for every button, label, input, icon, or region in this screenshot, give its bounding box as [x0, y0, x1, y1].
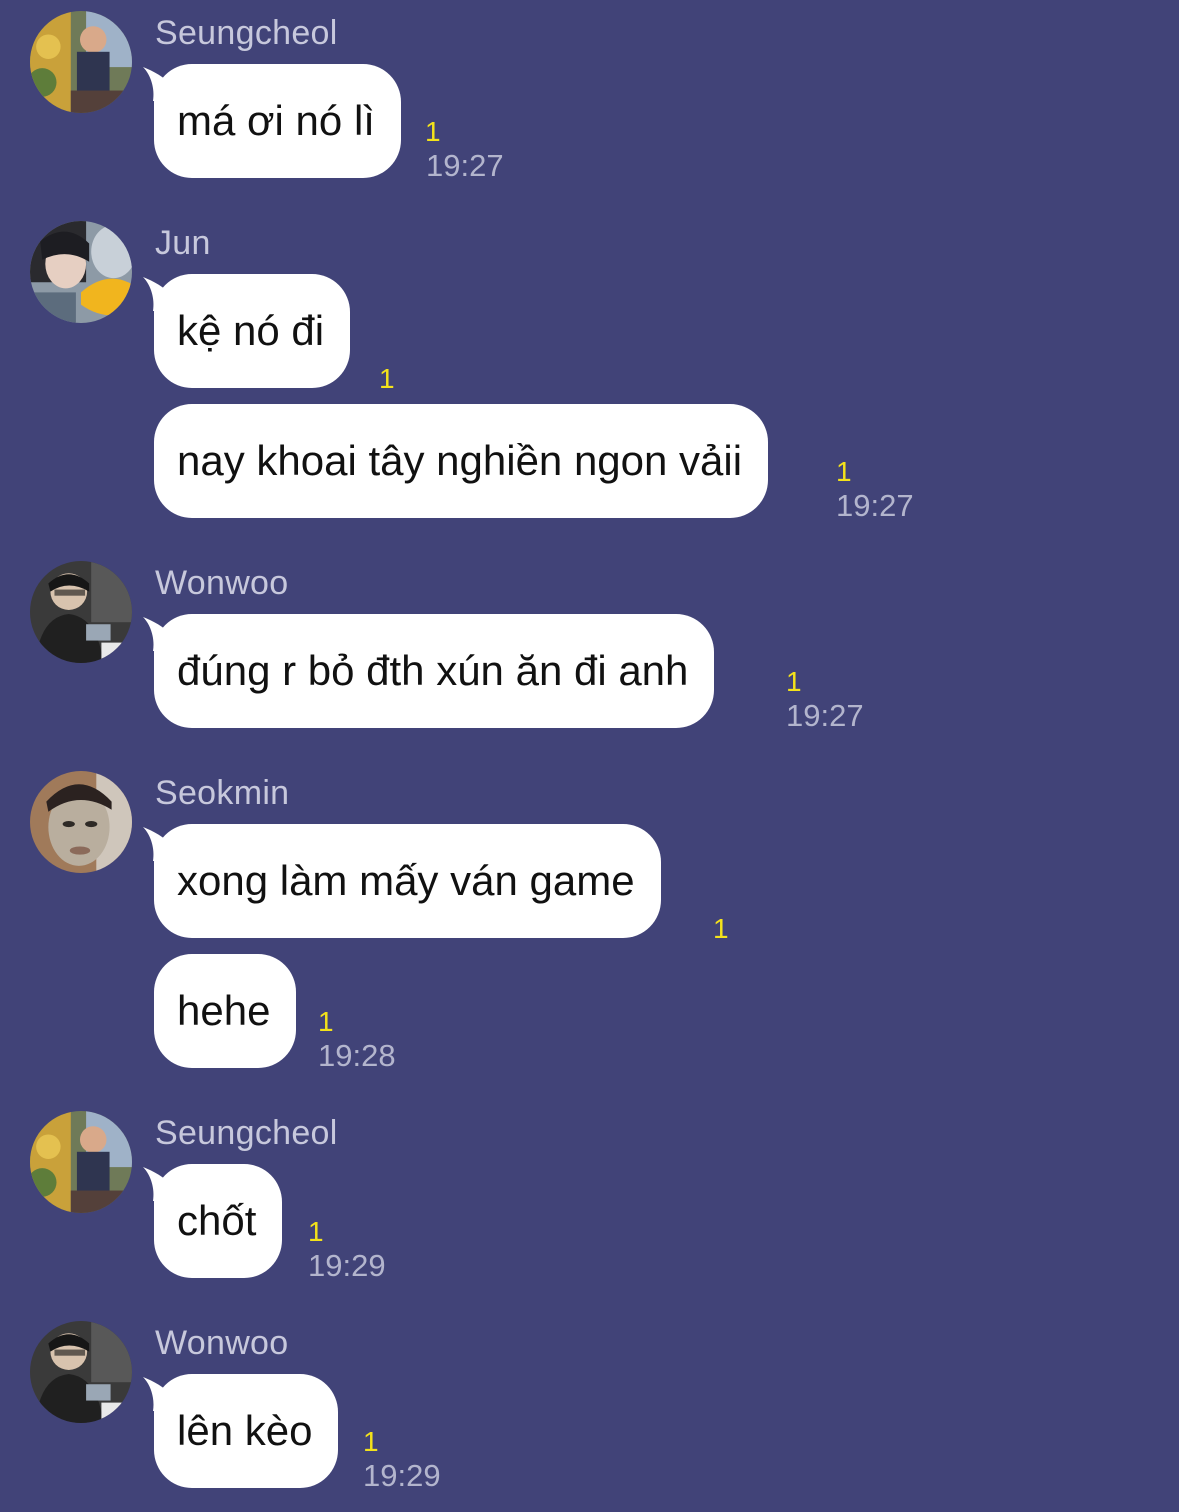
- message-time: 19:29: [308, 1248, 386, 1283]
- jun-avatar[interactable]: [30, 221, 132, 323]
- message-time: 19:27: [786, 698, 864, 733]
- unread-count: 1: [713, 913, 729, 944]
- message-time: 19:27: [426, 148, 504, 183]
- message-bubble[interactable]: chốt: [154, 1164, 283, 1278]
- unread-count: 1: [836, 456, 852, 487]
- message-time: 19:27: [836, 488, 914, 523]
- sender-name: Seungcheol: [155, 1114, 338, 1152]
- wonwoo-avatar[interactable]: [30, 561, 132, 663]
- unread-count: 1: [308, 1216, 324, 1247]
- message-bubble[interactable]: kệ nó đi: [154, 274, 351, 388]
- unread-count: 1: [786, 666, 802, 697]
- message-time: 19:29: [363, 1458, 441, 1493]
- unread-count: 1: [318, 1006, 334, 1037]
- sender-name: Wonwoo: [155, 1324, 289, 1362]
- message-bubble[interactable]: đúng r bỏ đth xún ăn đi anh: [154, 614, 715, 728]
- wonwoo-avatar[interactable]: [30, 1321, 132, 1423]
- seokmin-avatar[interactable]: [30, 771, 132, 873]
- message-bubble[interactable]: lên kèo: [154, 1374, 339, 1488]
- sender-name: Seungcheol: [155, 14, 338, 52]
- seungcheol-avatar[interactable]: [30, 1111, 132, 1213]
- message-bubble[interactable]: hehe: [154, 954, 297, 1068]
- unread-count: 1: [379, 363, 395, 394]
- unread-count: 1: [363, 1426, 379, 1457]
- unread-count: 1: [425, 116, 441, 147]
- seungcheol-avatar[interactable]: [30, 11, 132, 113]
- message-bubble[interactable]: nay khoai tây nghiền ngon vảii: [154, 404, 769, 518]
- sender-name: Wonwoo: [155, 564, 289, 602]
- message-bubble[interactable]: má ơi nó lì: [154, 64, 401, 178]
- sender-name: Seokmin: [155, 774, 290, 812]
- sender-name: Jun: [155, 224, 211, 262]
- message-bubble[interactable]: xong làm mấy ván game: [154, 824, 661, 938]
- message-time: 19:28: [318, 1038, 396, 1073]
